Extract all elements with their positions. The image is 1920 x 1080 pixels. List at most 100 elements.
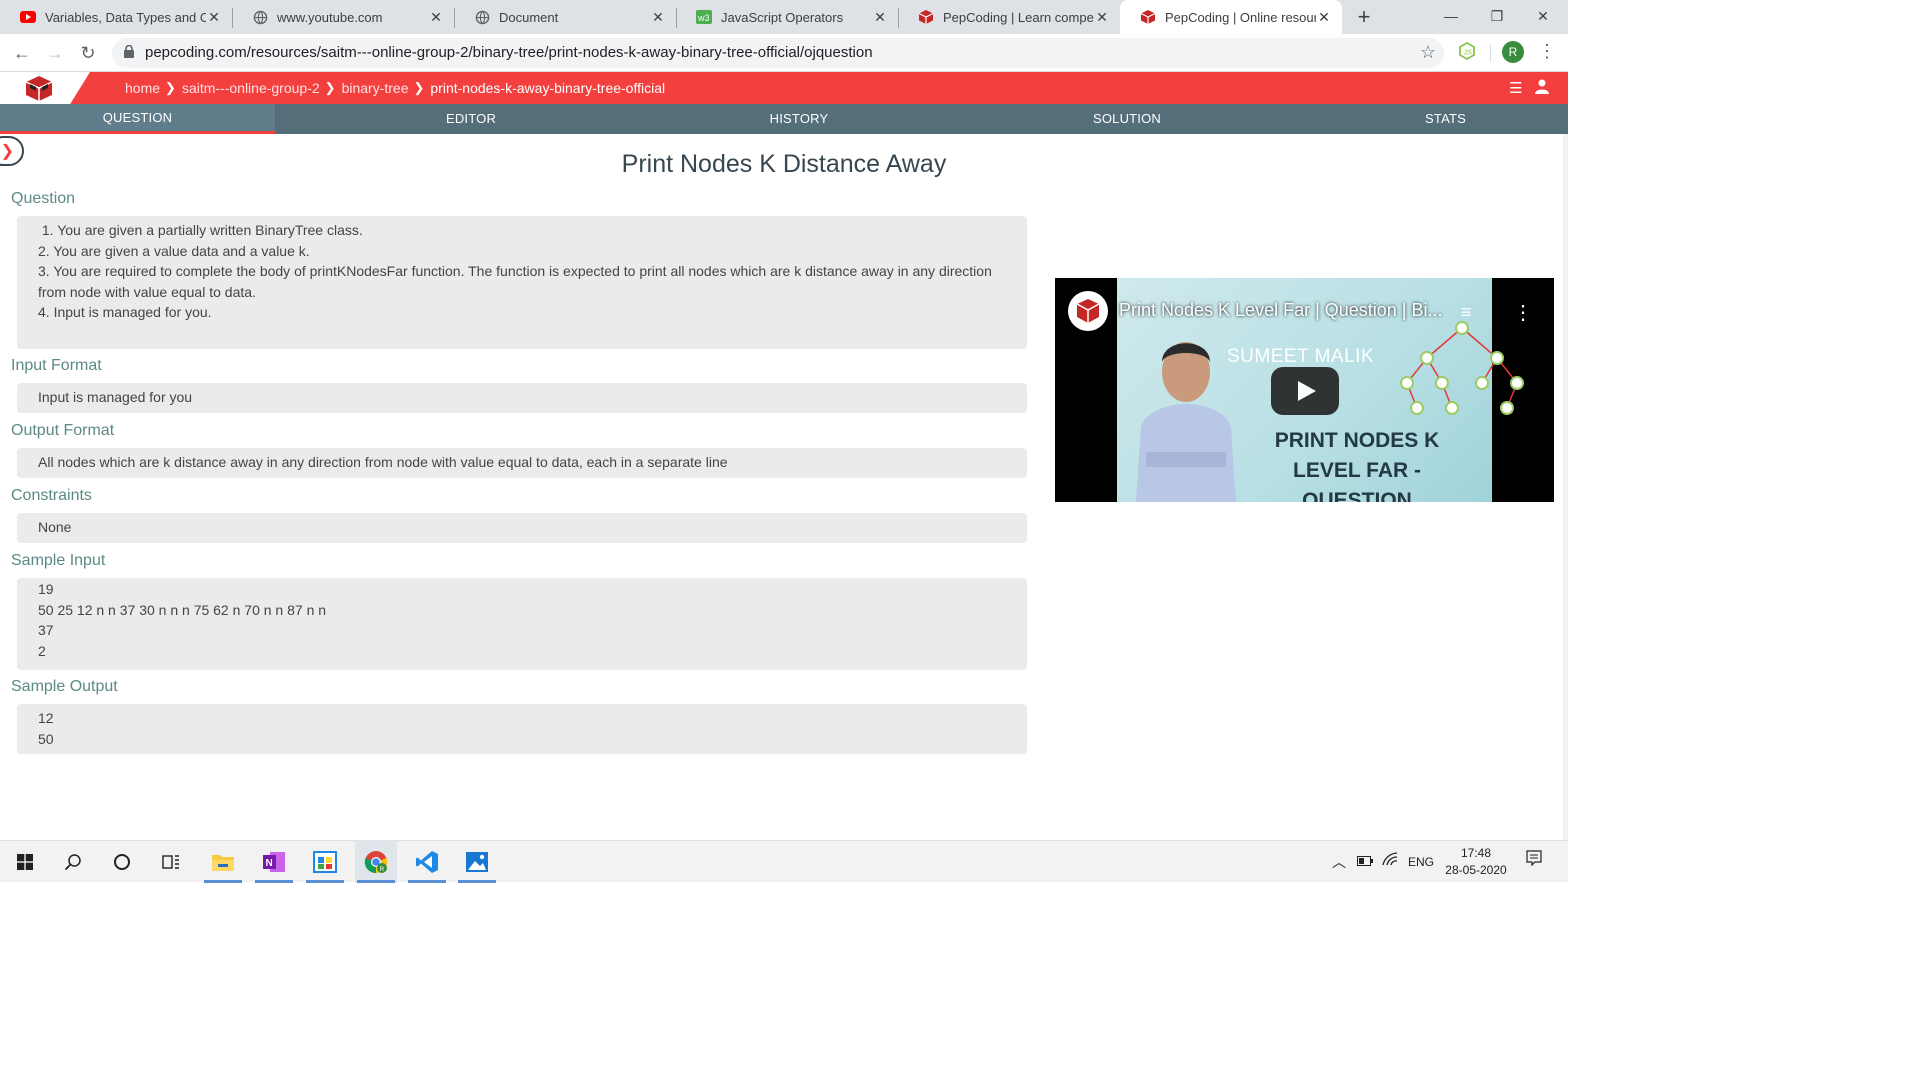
sample-input-line: 2 bbox=[38, 642, 46, 659]
tab-title: Document bbox=[499, 9, 559, 25]
close-icon[interactable]: ✕ bbox=[428, 9, 444, 26]
breadcrumb: home ❯ saitm---online-group-2 ❯ binary-t… bbox=[125, 80, 665, 96]
clock[interactable]: 17:48 28-05-2020 bbox=[1440, 845, 1512, 879]
onenote-icon: N bbox=[263, 852, 285, 872]
svg-text:N: N bbox=[266, 858, 273, 869]
pepcoding-logo[interactable] bbox=[24, 75, 54, 102]
clock-date: 28-05-2020 bbox=[1445, 863, 1507, 877]
search-button[interactable] bbox=[52, 841, 94, 883]
browser-tab[interactable]: w3 JavaScript Operators ✕ bbox=[676, 0, 898, 34]
user-icon[interactable] bbox=[1535, 79, 1549, 98]
vscode-icon bbox=[416, 851, 438, 873]
sample-output-line: 12 bbox=[38, 710, 54, 726]
close-icon[interactable]: ✕ bbox=[872, 9, 888, 26]
search-icon bbox=[64, 854, 81, 871]
chevron-right-icon: ❯ bbox=[165, 80, 176, 95]
url-text: pepcoding.com/resources/saitm---online-g… bbox=[145, 44, 873, 61]
problem-tabs: QUESTION EDITOR HISTORY SOLUTION STATS bbox=[0, 104, 1568, 134]
list-icon[interactable]: ☰ bbox=[1509, 79, 1522, 97]
sample-input-heading: Sample Input bbox=[11, 552, 106, 569]
question-heading: Question bbox=[11, 190, 76, 207]
svg-text:R: R bbox=[380, 867, 385, 873]
sample-input-line: 19 bbox=[38, 581, 54, 597]
breadcrumb-current[interactable]: print-nodes-k-away-binary-tree-official bbox=[430, 80, 665, 96]
browser-tab[interactable]: Variables, Data Types and Op ✕ bbox=[0, 0, 232, 34]
cortana-icon bbox=[114, 854, 130, 870]
task-view-button[interactable] bbox=[150, 841, 192, 883]
tab-title: www.youtube.com bbox=[277, 9, 383, 25]
forward-button[interactable]: → bbox=[43, 41, 67, 65]
folder-icon bbox=[212, 855, 234, 871]
close-icon[interactable]: ✕ bbox=[1094, 9, 1110, 26]
restore-button[interactable]: ❐ bbox=[1474, 0, 1520, 34]
sample-input-line: 50 25 12 n n 37 30 n n n 75 62 n 70 n n … bbox=[38, 601, 327, 618]
browser-tab[interactable]: PepCoding | Learn competiti ✕ bbox=[898, 0, 1120, 34]
page-scrollbar[interactable] bbox=[1563, 134, 1568, 840]
profile-avatar[interactable]: R bbox=[1502, 41, 1524, 63]
presenter-image bbox=[1136, 342, 1236, 502]
globe-icon bbox=[474, 9, 490, 25]
onenote-button[interactable]: N bbox=[253, 841, 295, 883]
browser-tab-strip: Variables, Data Types and Op ✕ www.youtu… bbox=[0, 0, 1568, 34]
browser-tab[interactable]: www.youtube.com ✕ bbox=[232, 0, 454, 34]
store-app-button[interactable] bbox=[304, 841, 346, 883]
chrome-icon: R bbox=[364, 851, 388, 874]
output-format-heading: Output Format bbox=[11, 422, 115, 439]
close-icon[interactable]: ✕ bbox=[1316, 9, 1332, 26]
video-thumb-title: PRINT NODES K LEVEL FAR - QUESTION bbox=[1274, 429, 1440, 502]
wifi-icon[interactable] bbox=[1382, 841, 1398, 883]
windows-taskbar: N R ︿ ENG 17:48 28-05-2020 bbox=[0, 840, 1568, 883]
photos-button[interactable] bbox=[456, 841, 498, 883]
input-format-box: Input is managed for you bbox=[17, 383, 1027, 413]
close-icon[interactable]: ✕ bbox=[650, 9, 666, 26]
breadcrumb-home[interactable]: home bbox=[125, 80, 160, 96]
output-format-box: All nodes which are k distance away in a… bbox=[17, 448, 1027, 478]
tree-diagram-graphic bbox=[1400, 321, 1524, 415]
constraints-heading: Constraints bbox=[11, 487, 92, 504]
playlist-icon[interactable]: ≡ bbox=[1461, 302, 1472, 323]
browser-tab-active[interactable]: PepCoding | Online resource ✕ bbox=[1120, 0, 1342, 34]
back-button[interactable]: ← bbox=[10, 41, 34, 65]
channel-logo[interactable] bbox=[1068, 291, 1108, 331]
language-indicator[interactable]: ENG bbox=[1408, 841, 1434, 883]
notifications-icon[interactable] bbox=[1526, 841, 1542, 883]
tab-title: JavaScript Operators bbox=[721, 9, 844, 25]
svg-text:JS: JS bbox=[1464, 50, 1473, 57]
question-line: 2. You are given a value data and a valu… bbox=[38, 242, 310, 259]
browser-tab[interactable]: Document ✕ bbox=[454, 0, 676, 34]
breadcrumb-group[interactable]: saitm---online-group-2 bbox=[182, 80, 320, 96]
tab-stats[interactable]: STATS bbox=[1323, 104, 1568, 134]
address-bar[interactable]: pepcoding.com/resources/saitm---online-g… bbox=[112, 38, 1444, 68]
menu-kebab-icon[interactable]: ⋮ bbox=[1538, 41, 1556, 62]
new-tab-button[interactable]: + bbox=[1352, 4, 1376, 30]
close-icon[interactable]: ✕ bbox=[206, 9, 222, 26]
more-options-icon[interactable]: ⋮ bbox=[1513, 300, 1533, 325]
video-player[interactable]: SUMEET MALIK PRINT NODES K LEVEL FAR - Q… bbox=[1055, 278, 1554, 502]
cortana-button[interactable] bbox=[101, 841, 143, 883]
bookmark-star-icon[interactable]: ☆ bbox=[1420, 42, 1436, 63]
constraints-text: None bbox=[38, 519, 72, 535]
start-button[interactable] bbox=[4, 841, 46, 883]
close-window-button[interactable]: ✕ bbox=[1520, 0, 1566, 34]
tab-title: Variables, Data Types and Op bbox=[45, 9, 206, 25]
play-button[interactable] bbox=[1271, 367, 1339, 415]
tab-solution[interactable]: SOLUTION bbox=[931, 104, 1323, 134]
extension-icon[interactable]: JS bbox=[1458, 41, 1476, 65]
tab-history[interactable]: HISTORY bbox=[667, 104, 931, 134]
input-format-text: Input is managed for you bbox=[38, 389, 193, 405]
reload-button[interactable]: ↻ bbox=[76, 41, 100, 65]
task-view-icon bbox=[162, 855, 179, 869]
tab-editor[interactable]: EDITOR bbox=[275, 104, 667, 134]
video-thumb-author: SUMEET MALIK bbox=[1227, 346, 1375, 367]
video-title[interactable]: Print Nodes K Level Far | Question | Bi.… bbox=[1119, 300, 1443, 321]
battery-icon[interactable] bbox=[1357, 841, 1373, 883]
breadcrumb-topic[interactable]: binary-tree bbox=[342, 80, 409, 96]
site-header: home ❯ saitm---online-group-2 ❯ binary-t… bbox=[0, 72, 1568, 104]
file-explorer-button[interactable] bbox=[202, 841, 244, 883]
chrome-button[interactable]: R bbox=[355, 841, 397, 883]
vscode-button[interactable] bbox=[406, 841, 448, 883]
tab-question[interactable]: QUESTION bbox=[0, 104, 275, 134]
question-line: 3. You are required to complete the body… bbox=[38, 263, 992, 300]
minimize-button[interactable]: — bbox=[1428, 0, 1474, 34]
chevron-up-icon[interactable]: ︿ bbox=[1332, 841, 1346, 883]
